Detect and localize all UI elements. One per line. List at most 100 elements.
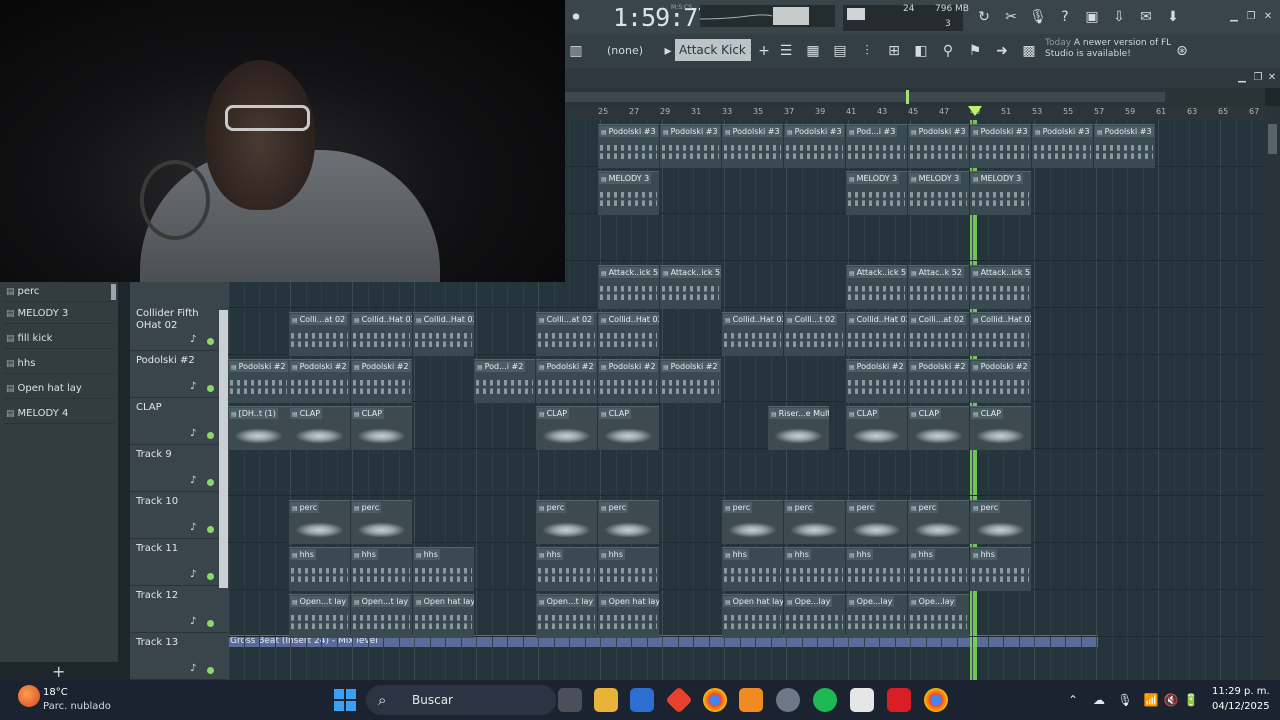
playlist-clip[interactable]: Attack..ick 52 [660,265,721,309]
close-icon[interactable]: ✕ [1261,10,1275,24]
pattern-selector[interactable]: (none) [595,40,655,62]
track-name[interactable]: Collider Fifth OHat 02 [136,308,222,332]
track-name[interactable]: Track 9 [136,449,222,461]
playlist-clip[interactable]: Open...t lay [289,594,350,638]
timeline-ruler[interactable]: 25 27 29 31 33 35 37 39 41 43 45 47 49 51 53 55 57 59 61 63… [565,106,1265,120]
playlist-clip[interactable]: CLAP [908,406,969,450]
add-icon[interactable]: + [753,40,775,62]
playlist-clip[interactable]: Pod...i #3 [846,124,907,168]
chrome-profile-icon[interactable] [924,688,948,712]
playlist-clip[interactable]: Podolski #2 [289,359,350,403]
piano-roll-icon[interactable]: ▦ [802,40,824,62]
fl-studio-icon[interactable] [739,688,763,712]
playlist-clip[interactable]: Podolski #3 [1032,124,1093,168]
track-name[interactable]: Track 13 [136,637,222,649]
playlist-clip[interactable]: hhs [722,547,783,591]
playlist-clip[interactable]: CLAP [970,406,1031,450]
playlist-clip[interactable]: Podolski #2 [351,359,412,403]
cloud-icon[interactable]: ☁ [1090,690,1108,710]
playlist-clip[interactable]: Open hat lay [413,594,474,638]
save-icon[interactable]: ▣ [1081,6,1103,28]
piano-icon[interactable]: ▥ [565,40,587,62]
playlist-clip[interactable]: Colli...at 02 [289,312,350,356]
song-time-display[interactable]: 1:59:77 [613,3,712,32]
weather-temperature[interactable]: 18°C [43,687,68,698]
playlist-clip[interactable]: Ope...lay [908,594,969,638]
playlist-clip[interactable]: Collid..Hat 02 [846,312,907,356]
volume-icon[interactable]: 🔇 [1162,690,1180,710]
plugin-icon[interactable]: ◧ [910,40,932,62]
track-header[interactable]: Collider Fifth OHat 02 ♪ [130,304,228,351]
stamp-icon[interactable]: ⚑ [964,40,986,62]
track-header[interactable]: Track 13 ♪ [130,633,228,680]
forward-icon[interactable]: ➜ [991,40,1013,62]
playlist-clip[interactable]: Pod...i #2 [474,359,535,403]
playlist-clip[interactable]: hhs [970,547,1031,591]
playlist-clip[interactable]: Open hat lay [598,594,659,638]
playlist-clip[interactable]: [DH..t (1) [228,406,289,450]
track-name[interactable]: CLAP [136,402,222,414]
track-name[interactable]: Track 12 [136,590,222,602]
playlist-clip[interactable]: perc [722,500,783,544]
spotify-icon[interactable] [813,688,837,712]
playlist-clip[interactable]: MELODY 3 [846,171,907,215]
taskbar-search[interactable]: ⌕ Buscar [366,685,556,715]
chrome-icon[interactable] [703,688,727,712]
playlist-clip[interactable]: Podolski #2 [846,359,907,403]
playlist-clip[interactable]: CLAP [846,406,907,450]
playlist-clip[interactable]: perc [784,500,845,544]
playlist-clip[interactable]: Ope...lay [846,594,907,638]
task-view-icon[interactable] [558,688,582,712]
settings-app-icon[interactable] [776,688,800,712]
add-pattern-button[interactable]: + [52,662,65,681]
wifi-icon[interactable]: 📶 [1142,690,1160,710]
playlist-clip[interactable]: hhs [413,547,474,591]
track-mute-led[interactable] [207,526,214,533]
playlist-clip[interactable]: Podolski #3 [598,124,659,168]
browser-icon[interactable]: ⊞ [883,40,905,62]
playlist-clip[interactable]: Podolski #2 [598,359,659,403]
playlist-clip[interactable]: hhs [536,547,597,591]
playlist-clip[interactable]: CLAP [351,406,412,450]
cut-tool-icon[interactable]: ✂ [1000,6,1022,28]
weather-description[interactable]: Parc. nublado [43,701,111,712]
playlist-clip[interactable]: CLAP [598,406,659,450]
playlist-clip[interactable]: Podolski #3 [970,124,1031,168]
playlist-clip[interactable]: perc [970,500,1031,544]
playlist-clip[interactable]: Podolski #3 [660,124,721,168]
pattern-list-item[interactable]: ▤ perc [4,282,114,302]
clock-date[interactable]: 04/12/2025 [1212,701,1270,712]
minimize-icon[interactable]: ▁ [1227,10,1241,24]
playlist-clip[interactable]: Attack..ick 52 [970,265,1031,309]
master-volume-fader[interactable] [773,7,809,25]
playlist-clip[interactable]: Colli...at 02 [536,312,597,356]
start-button[interactable] [334,689,356,711]
track-name[interactable]: Track 11 [136,543,222,555]
plug-icon[interactable]: ⚲ [937,40,959,62]
download-icon[interactable]: ⬇ [1162,6,1184,28]
playlist-clip[interactable]: hhs [784,547,845,591]
playlist-clip[interactable]: Podolski #2 [908,359,969,403]
playlist-clip[interactable]: Collid..Hat 02 [970,312,1031,356]
playlist-clip[interactable]: CLAP [536,406,597,450]
playlist-clip[interactable]: hhs [908,547,969,591]
track-mute-led[interactable] [207,385,214,392]
playlist-clip[interactable]: MELODY 3 [970,171,1031,215]
clock-time[interactable]: 11:29 p. m. [1212,686,1270,697]
playlist-clip[interactable]: Open...t lay [536,594,597,638]
playlist-clip[interactable]: perc [536,500,597,544]
track-mute-led[interactable] [207,432,214,439]
playlist-clip[interactable]: Collid..Hat 02 [351,312,412,356]
track-header[interactable]: CLAP ♪ [130,398,228,445]
playlist-clip[interactable]: perc [289,500,350,544]
playlist-clip[interactable]: Colli...at 02 [908,312,969,356]
pattern-list-item[interactable]: ▤ MELODY 4 [4,404,114,424]
track-header[interactable]: Track 11 ♪ [130,539,228,586]
pattern-list-item[interactable]: ▤ MELODY 3 [4,304,114,324]
playlist-clip[interactable]: Podolski #2 [228,359,289,403]
track-header[interactable]: Podolski #2 ♪ [130,351,228,398]
microphone-icon[interactable]: 🎙 [1027,6,1049,28]
playlist-clip[interactable]: Open...t lay [351,594,412,638]
undo-icon[interactable]: ↻ [973,6,995,28]
restore-icon[interactable]: ❐ [1244,10,1258,24]
